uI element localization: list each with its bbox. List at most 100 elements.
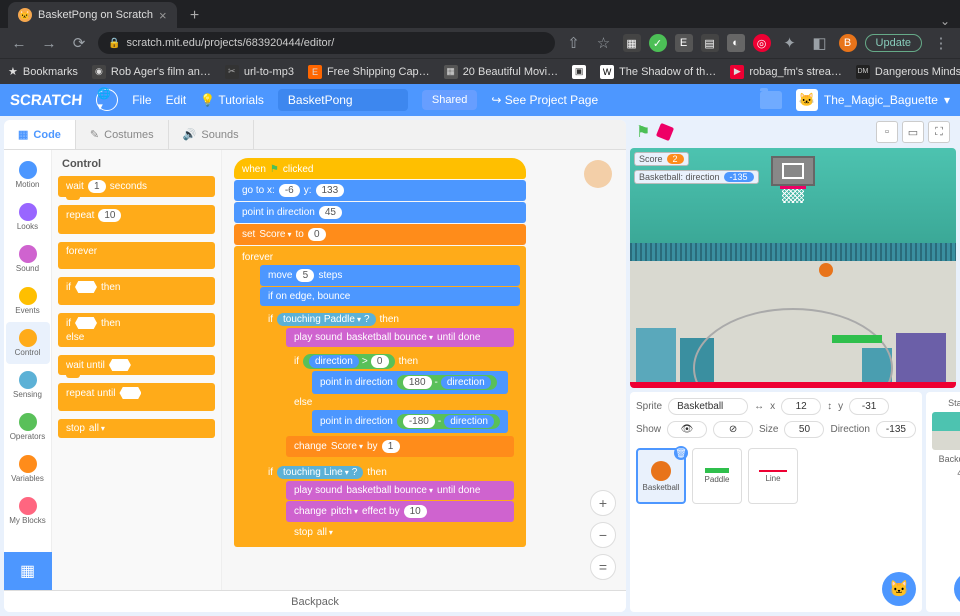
forward-button[interactable]: →: [38, 35, 60, 52]
block-edge-bounce[interactable]: if on edge, bounce: [260, 287, 520, 306]
my-stuff-button[interactable]: [760, 91, 782, 109]
green-flag-button[interactable]: ⚑: [636, 122, 650, 142]
new-tab-button[interactable]: +: [183, 4, 207, 28]
block-forever[interactable]: forever move5steps if on edge, bounce if…: [234, 246, 526, 547]
sprite-card-line[interactable]: Line: [748, 448, 798, 504]
bookmark-item[interactable]: ▶robag_fm's strea…: [730, 65, 842, 79]
bookmark-item[interactable]: DMDangerous Minds…: [856, 65, 960, 79]
tutorials-button[interactable]: 💡 Tutorials: [200, 93, 264, 107]
see-project-button[interactable]: ↪ See Project Page: [491, 93, 598, 107]
back-button[interactable]: ←: [8, 35, 30, 52]
stop-button[interactable]: [656, 123, 674, 141]
project-title-input[interactable]: [278, 89, 408, 111]
block-when-flag[interactable]: when⚑clicked: [234, 158, 526, 179]
delete-sprite-button[interactable]: 🗑: [674, 446, 688, 460]
block-set-var[interactable]: setScoreto0: [234, 224, 526, 245]
star-icon[interactable]: ☆: [593, 34, 615, 52]
sprite-card-basketball[interactable]: 🗑Basketball: [636, 448, 686, 504]
block-change-var[interactable]: changeScoreby1: [286, 436, 514, 457]
show-button[interactable]: 👁: [667, 421, 707, 438]
share-icon[interactable]: ⇧: [563, 34, 585, 52]
direction-monitor[interactable]: Basketball: direction-135: [634, 170, 759, 184]
cat-myblocks[interactable]: My Blocks: [6, 490, 50, 532]
block-change-effect[interactable]: changepitcheffect by10: [286, 501, 514, 522]
block-if[interactable]: ifthen: [58, 277, 215, 305]
cat-motion[interactable]: Motion: [6, 154, 50, 196]
sprite-card-paddle[interactable]: Paddle: [692, 448, 742, 504]
block-if-else[interactable]: ifthenelse: [58, 313, 215, 347]
large-stage-button[interactable]: ▭: [902, 121, 924, 143]
block-point-dir[interactable]: point in direction-180 - direction: [312, 410, 508, 433]
bookmark-icon[interactable]: ◧: [809, 34, 831, 52]
direction-input[interactable]: -135: [876, 421, 916, 438]
stage-thumbnail[interactable]: [932, 412, 960, 450]
script-stack[interactable]: when⚑clicked go to x:-6y:133 point in di…: [234, 158, 526, 547]
zoom-in-button[interactable]: +: [590, 490, 616, 516]
user-menu[interactable]: 🐱 The_Magic_Baguette ▾: [796, 89, 950, 111]
backpack-panel[interactable]: Backpack: [4, 590, 626, 612]
score-monitor[interactable]: Score2: [634, 152, 689, 166]
block-repeat[interactable]: repeat10: [58, 205, 215, 234]
sprite-name-input[interactable]: Basketball: [668, 398, 748, 415]
bookmarks-label[interactable]: ★Bookmarks: [8, 65, 78, 78]
cat-control[interactable]: Control: [6, 322, 50, 364]
tab-code[interactable]: ▦Code: [4, 120, 76, 149]
update-button[interactable]: Update: [865, 34, 922, 52]
block-wait[interactable]: wait1seconds: [58, 176, 215, 197]
block-point-dir[interactable]: point in direction180 - direction: [312, 371, 508, 394]
add-backdrop-button[interactable]: 🖼: [954, 572, 960, 606]
small-stage-button[interactable]: ▫: [876, 121, 898, 143]
browser-tab[interactable]: 🐱 BasketPong on Scratch ×: [8, 2, 177, 28]
cat-variables[interactable]: Variables: [6, 448, 50, 490]
block-if[interactable]: iftouching Line ?then play soundbasketba…: [260, 460, 520, 545]
block-stop[interactable]: stopall: [286, 523, 514, 542]
scratch-logo[interactable]: SCRATCH: [9, 92, 83, 109]
extensions-icon[interactable]: ✦: [779, 34, 801, 52]
cat-looks[interactable]: Looks: [6, 196, 50, 238]
profile-icon[interactable]: B: [839, 34, 857, 52]
block-forever[interactable]: forever: [58, 242, 215, 269]
block-point-dir[interactable]: point in direction45: [234, 202, 526, 223]
address-bar[interactable]: 🔒 scratch.mit.edu/projects/683920444/edi…: [98, 32, 555, 54]
edit-menu[interactable]: Edit: [166, 93, 187, 107]
tab-costumes[interactable]: ✎Costumes: [76, 120, 169, 149]
cat-sound[interactable]: Sound: [6, 238, 50, 280]
block-if-else[interactable]: ifdirection > 0then point in direction18…: [286, 348, 514, 436]
tab-sounds[interactable]: 🔊Sounds: [169, 120, 254, 149]
reload-button[interactable]: ⟳: [68, 34, 90, 52]
menu-icon[interactable]: ⋮: [930, 34, 952, 52]
bookmark-item[interactable]: ◉Rob Ager's film an…: [92, 65, 211, 79]
sprite-y-input[interactable]: -31: [849, 398, 889, 415]
cat-operators[interactable]: Operators: [6, 406, 50, 448]
bookmark-item[interactable]: WThe Shadow of th…: [600, 65, 716, 79]
ext-icon[interactable]: ◎: [753, 34, 771, 52]
script-canvas[interactable]: when⚑clicked go to x:-6y:133 point in di…: [222, 150, 626, 590]
sprite-x-input[interactable]: 12: [781, 398, 821, 415]
ext-icon[interactable]: ▤: [701, 34, 719, 52]
block-if[interactable]: iftouching Paddle ?then play soundbasket…: [260, 307, 520, 460]
fullscreen-button[interactable]: ⛶: [928, 121, 950, 143]
ext-icon[interactable]: ◐: [727, 34, 745, 52]
zoom-reset-button[interactable]: =: [590, 554, 616, 580]
bookmark-item[interactable]: EFree Shipping Cap…: [308, 65, 430, 79]
chevron-down-icon[interactable]: ⌄: [930, 14, 960, 28]
ext-icon[interactable]: ▦: [623, 34, 641, 52]
stage[interactable]: Score2 Basketball: direction-135: [630, 148, 956, 388]
bookmark-item[interactable]: ▦20 Beautiful Movi…: [444, 65, 558, 79]
file-menu[interactable]: File: [132, 93, 151, 107]
add-extension-button[interactable]: ▦: [4, 552, 52, 590]
ext-icon[interactable]: ✓: [649, 34, 667, 52]
hide-button[interactable]: ⊘: [713, 421, 753, 438]
close-icon[interactable]: ×: [159, 8, 167, 23]
bookmark-item[interactable]: ✂url-to-mp3: [225, 65, 294, 79]
zoom-out-button[interactable]: −: [590, 522, 616, 548]
block-wait-until[interactable]: wait until: [58, 355, 215, 375]
bookmark-item[interactable]: ▣: [572, 65, 586, 79]
ext-icon[interactable]: E: [675, 34, 693, 52]
block-play-sound[interactable]: play soundbasketball bounceuntil done: [286, 328, 514, 347]
block-repeat-until[interactable]: repeat until: [58, 383, 215, 411]
block-stop[interactable]: stopall: [58, 419, 215, 438]
block-play-sound[interactable]: play soundbasketball bounceuntil done: [286, 481, 514, 500]
size-input[interactable]: 50: [784, 421, 824, 438]
cat-sensing[interactable]: Sensing: [6, 364, 50, 406]
